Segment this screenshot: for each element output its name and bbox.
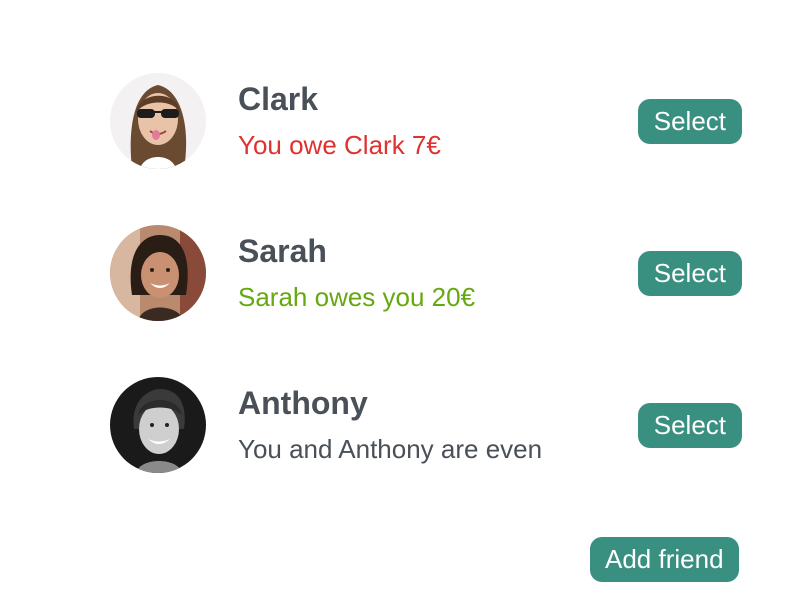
select-clark-button[interactable]: Select [637,99,742,144]
sarah-photo [110,225,206,321]
balance-status: You and Anthony are even [238,434,543,464]
friend-info: Anthony You and Anthony are even [238,385,542,465]
avatar-clark [110,73,206,169]
balance-status: Sarah owes you 20€ [238,282,476,312]
add-friend-button[interactable]: Add friend [590,537,739,582]
select-sarah-button[interactable]: Select [637,251,742,296]
avatar-sarah [110,225,206,321]
eat-n-split-app: Clark You owe Clark 7€ Select Sarah Sara… [0,0,802,610]
select-anthony-button[interactable]: Select [637,403,742,448]
balance-status: You owe Clark 7€ [238,130,441,160]
friend-item-sarah: Sarah Sarah owes you 20€ Select [110,225,742,321]
friend-item-clark: Clark You owe Clark 7€ Select [110,73,742,169]
friend-name: Clark [238,81,319,117]
friend-name: Anthony [238,385,368,421]
friend-item-anthony: Anthony You and Anthony are even Select [110,377,742,473]
friends-list: Clark You owe Clark 7€ Select Sarah Sara… [110,73,742,529]
friend-info: Sarah Sarah owes you 20€ [238,233,475,313]
anthony-photo [110,377,206,473]
avatar-anthony [110,377,206,473]
friend-name: Sarah [238,233,327,269]
friend-info: Clark You owe Clark 7€ [238,81,441,161]
clark-photo [110,73,206,169]
